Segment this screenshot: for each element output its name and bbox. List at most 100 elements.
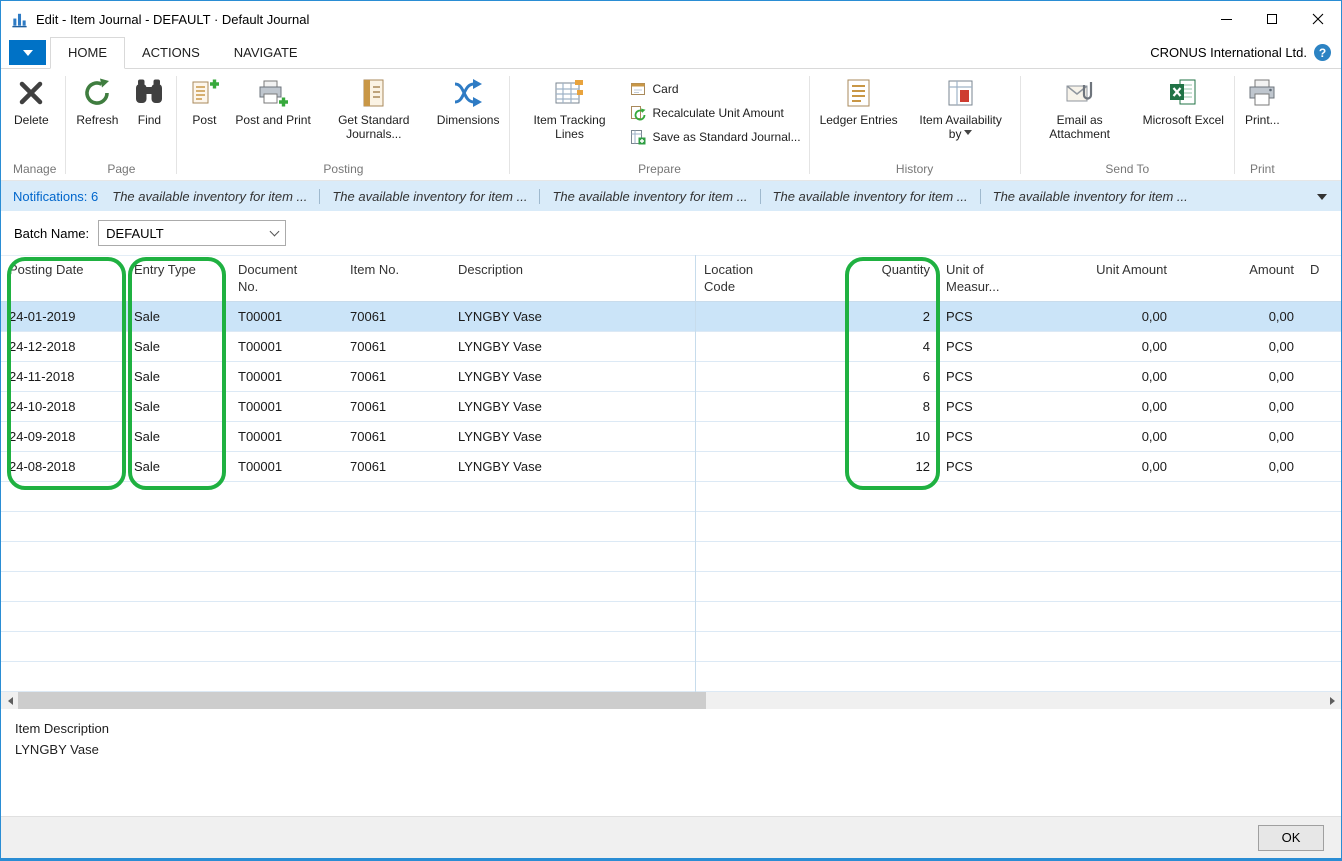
cell-unit-amount[interactable]: 0,00 [1048,369,1175,384]
empty-row[interactable] [1,632,1341,662]
close-button[interactable] [1295,1,1341,37]
cell-document-no[interactable]: T00001 [230,309,342,324]
column-header-location-code[interactable]: LocationCode [696,256,846,301]
find-button[interactable]: Find [125,72,173,127]
delete-button[interactable]: Delete [7,72,56,127]
get-standard-journals-button[interactable]: Get Standard Journals... [318,72,430,141]
journal-row[interactable]: 24-08-2018 Sale T00001 70061 LYNGBY Vase… [1,452,1341,482]
tab-navigate[interactable]: NAVIGATE [217,38,315,68]
microsoft-excel-button[interactable]: Microsoft Excel [1136,72,1231,127]
cell-entry-type[interactable]: Sale [126,399,230,414]
scroll-right-button[interactable] [1324,692,1341,709]
cell-quantity[interactable]: 10 [846,429,938,444]
cell-unit-amount[interactable]: 0,00 [1048,429,1175,444]
tab-actions[interactable]: ACTIONS [125,38,217,68]
cell-amount[interactable]: 0,00 [1175,399,1302,414]
item-tracking-lines-button[interactable]: Item Tracking Lines [513,72,625,141]
cell-quantity[interactable]: 4 [846,339,938,354]
cell-item-no[interactable]: 70061 [342,399,450,414]
empty-row[interactable] [1,602,1341,632]
journal-row[interactable]: 24-12-2018 Sale T00001 70061 LYNGBY Vase… [1,332,1341,362]
cell-quantity[interactable]: 6 [846,369,938,384]
empty-row[interactable] [1,482,1341,512]
empty-row[interactable] [1,542,1341,572]
scrollbar-thumb[interactable] [18,692,706,709]
cell-quantity[interactable]: 12 [846,459,938,474]
cell-description[interactable]: LYNGBY Vase [450,309,696,324]
journal-row[interactable]: 24-11-2018 Sale T00001 70061 LYNGBY Vase… [1,362,1341,392]
empty-row[interactable] [1,662,1341,692]
empty-row[interactable] [1,572,1341,602]
column-header-quantity[interactable]: Quantity [846,256,938,301]
batch-name-combobox[interactable]: DEFAULT [98,220,286,246]
recalculate-unit-amount-button[interactable]: Recalculate Unit Amount [630,105,800,121]
column-header-posting-date[interactable]: Posting Date [1,256,126,301]
cell-amount[interactable]: 0,00 [1175,459,1302,474]
column-header-description[interactable]: Description [450,256,696,301]
cell-unit-of-measure[interactable]: PCS [938,339,1048,354]
cell-description[interactable]: LYNGBY Vase [450,429,696,444]
cell-posting-date[interactable]: 24-11-2018 [1,369,126,384]
horizontal-scrollbar[interactable] [1,692,1341,709]
column-header-truncated[interactable]: D [1302,256,1341,301]
column-header-document-no[interactable]: DocumentNo. [230,256,342,301]
batch-name-value[interactable]: DEFAULT [99,226,263,241]
journal-row[interactable]: 24-09-2018 Sale T00001 70061 LYNGBY Vase… [1,422,1341,452]
cell-quantity[interactable]: 2 [846,309,938,324]
column-header-unit-of-measure[interactable]: Unit ofMeasur... [938,256,1048,301]
cell-unit-amount[interactable]: 0,00 [1048,459,1175,474]
scroll-left-button[interactable] [1,692,18,709]
cell-amount[interactable]: 0,00 [1175,369,1302,384]
cell-unit-amount[interactable]: 0,00 [1048,309,1175,324]
item-availability-by-button[interactable]: Item Availability by [905,72,1017,141]
ok-button[interactable]: OK [1258,825,1324,851]
tab-home[interactable]: HOME [50,37,125,69]
cell-amount[interactable]: 0,00 [1175,429,1302,444]
cell-unit-of-measure[interactable]: PCS [938,369,1048,384]
cell-unit-of-measure[interactable]: PCS [938,459,1048,474]
cell-unit-of-measure[interactable]: PCS [938,429,1048,444]
post-button[interactable]: Post [180,72,228,127]
cell-document-no[interactable]: T00001 [230,459,342,474]
cell-entry-type[interactable]: Sale [126,459,230,474]
column-header-amount[interactable]: Amount [1175,256,1302,301]
notifications-link[interactable]: Notifications: 6 [13,189,98,204]
column-header-entry-type[interactable]: Entry Type [126,256,230,301]
cell-posting-date[interactable]: 24-01-2019 [1,309,126,324]
journal-row[interactable]: 24-10-2018 Sale T00001 70061 LYNGBY Vase… [1,392,1341,422]
cell-document-no[interactable]: T00001 [230,369,342,384]
cell-item-no[interactable]: 70061 [342,429,450,444]
cell-entry-type[interactable]: Sale [126,429,230,444]
post-and-print-button[interactable]: Post and Print [228,72,317,127]
cell-document-no[interactable]: T00001 [230,399,342,414]
empty-row[interactable] [1,512,1341,542]
cell-item-no[interactable]: 70061 [342,309,450,324]
column-header-unit-amount[interactable]: Unit Amount [1048,256,1175,301]
cell-entry-type[interactable]: Sale [126,309,230,324]
ledger-entries-button[interactable]: Ledger Entries [813,72,905,127]
cell-unit-amount[interactable]: 0,00 [1048,399,1175,414]
cell-document-no[interactable]: T00001 [230,429,342,444]
save-as-standard-journal-button[interactable]: Save as Standard Journal... [630,129,800,145]
dimensions-button[interactable]: Dimensions [430,72,507,127]
cell-item-no[interactable]: 70061 [342,369,450,384]
refresh-button[interactable]: Refresh [69,72,125,127]
cell-unit-of-measure[interactable]: PCS [938,399,1048,414]
print-button[interactable]: Print... [1238,72,1287,127]
cell-amount[interactable]: 0,00 [1175,309,1302,324]
cell-posting-date[interactable]: 24-09-2018 [1,429,126,444]
cell-unit-of-measure[interactable]: PCS [938,309,1048,324]
cell-item-no[interactable]: 70061 [342,459,450,474]
cell-item-no[interactable]: 70061 [342,339,450,354]
cell-unit-amount[interactable]: 0,00 [1048,339,1175,354]
column-header-item-no[interactable]: Item No. [342,256,450,301]
maximize-button[interactable] [1249,1,1295,37]
combobox-dropdown-button[interactable] [263,221,285,245]
cell-document-no[interactable]: T00001 [230,339,342,354]
notifications-expand-icon[interactable] [1317,194,1327,205]
cell-posting-date[interactable]: 24-12-2018 [1,339,126,354]
cell-quantity[interactable]: 8 [846,399,938,414]
journal-row-selected[interactable]: 24-01-2019 Sale T00001 70061 LYNGBY Vase… [1,302,1341,332]
cell-amount[interactable]: 0,00 [1175,339,1302,354]
application-menu-button[interactable] [9,40,46,65]
